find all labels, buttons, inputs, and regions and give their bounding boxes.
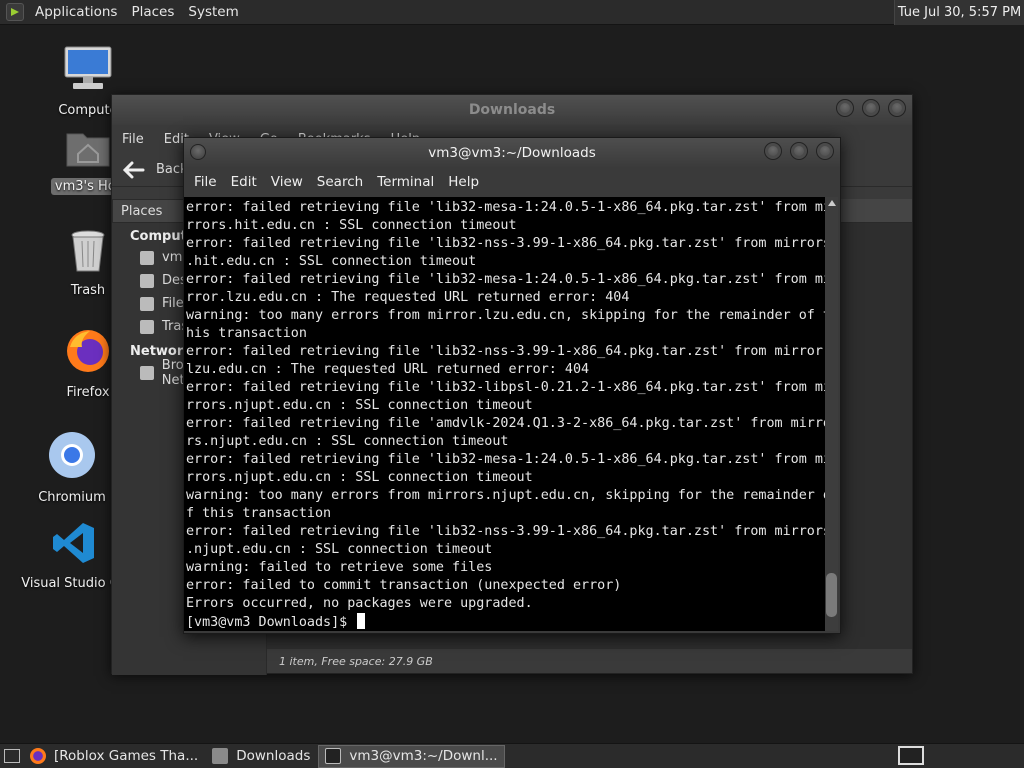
network-icon <box>140 365 154 380</box>
folder-icon <box>212 748 229 764</box>
terminal-window: vm3@vm3:~/Downloads File Edit View Searc… <box>183 137 841 634</box>
applications-logo-icon[interactable] <box>6 3 24 21</box>
scroll-up-arrow-icon[interactable] <box>825 197 838 209</box>
status-bar: 1 item, Free space: 27.9 GB <box>267 649 912 673</box>
desktop-icon <box>140 273 154 288</box>
terminal-line: warning: too many errors from mirror.lzu… <box>186 308 826 323</box>
computer-icon <box>33 45 143 97</box>
window-menu-button[interactable] <box>190 144 206 160</box>
menu-system[interactable]: System <box>182 4 246 20</box>
terminal-line: error: failed to commit transaction (une… <box>186 578 622 593</box>
trash-icon <box>140 319 154 334</box>
terminal-line: rrors.njupt.edu.cn : SSL connection time… <box>186 398 533 413</box>
terminal-line: error: failed retrieving file 'lib32-mes… <box>186 272 826 287</box>
taskbar-item-downloads[interactable]: Downloads <box>206 745 316 768</box>
terminal-line: error: failed retrieving file 'lib32-mes… <box>186 200 826 215</box>
terminal-line: rrors.hit.edu.cn : SSL connection timeou… <box>186 218 517 233</box>
scrollbar-thumb[interactable] <box>826 573 837 617</box>
terminal-line: rs.njupt.edu.cn : SSL connection timeout <box>186 434 509 449</box>
back-arrow-icon <box>122 161 145 178</box>
terminal-titlebar[interactable]: vm3@vm3:~/Downloads <box>184 138 840 168</box>
menu-file[interactable]: File <box>112 132 154 147</box>
close-button[interactable] <box>816 142 834 160</box>
maximize-button[interactable] <box>862 99 880 117</box>
terminal-line: warning: too many errors from mirrors.nj… <box>186 488 826 503</box>
menu-view[interactable]: View <box>264 174 310 190</box>
drive-icon <box>140 296 154 311</box>
menu-applications[interactable]: Applications <box>29 4 125 20</box>
terminal-line: his transaction <box>186 326 307 341</box>
terminal-line: .hit.edu.cn : SSL connection timeout <box>186 254 477 269</box>
terminal-line: warning: failed to retrieve some files <box>186 560 493 575</box>
terminal-line: error: failed retrieving file 'lib32-nss… <box>186 236 826 251</box>
top-panel: Applications Places System Tue Jul 30, 5… <box>0 0 1024 25</box>
home-icon <box>140 250 154 265</box>
minimize-button[interactable] <box>764 142 782 160</box>
workspace-switcher[interactable] <box>898 746 924 765</box>
terminal-menubar: File Edit View Search Terminal Help <box>184 168 840 196</box>
file-manager-titlebar[interactable]: Downloads <box>112 95 912 125</box>
terminal-prompt-line[interactable]: [vm3@vm3 Downloads]$ <box>186 613 826 631</box>
terminal-line: error: failed retrieving file 'lib32-nss… <box>186 524 826 539</box>
terminal-line: f this transaction <box>186 506 332 521</box>
terminal-line: error: failed retrieving file 'lib32-mes… <box>186 452 826 467</box>
terminal-prompt: [vm3@vm3 Downloads]$ <box>186 615 356 630</box>
taskbar-item-label: vm3@vm3:~/Downl... <box>349 748 498 764</box>
taskbar-item-label: Downloads <box>236 748 311 764</box>
taskbar-item-terminal[interactable]: vm3@vm3:~/Downl... <box>318 744 505 768</box>
taskbar-item-firefox[interactable]: [Roblox Games Tha... <box>24 745 204 768</box>
bottom-taskbar: [Roblox Games Tha... Downloads vm3@vm3:~… <box>0 743 1024 768</box>
minimize-button[interactable] <box>836 99 854 117</box>
terminal-line: error: failed retrieving file 'lib32-nss… <box>186 344 826 359</box>
menu-help[interactable]: Help <box>441 174 486 190</box>
terminal-icon <box>325 748 342 764</box>
back-button[interactable]: Back <box>122 161 188 179</box>
menu-places[interactable]: Places <box>125 4 182 20</box>
menu-terminal[interactable]: Terminal <box>370 174 441 190</box>
maximize-button[interactable] <box>790 142 808 160</box>
menu-file[interactable]: File <box>187 174 224 190</box>
text-cursor <box>357 613 366 629</box>
terminal-line: .njupt.edu.cn : SSL connection timeout <box>186 542 493 557</box>
terminal-line: error: failed retrieving file 'amdvlk-20… <box>186 416 826 431</box>
window-title: Downloads <box>468 102 556 118</box>
terminal-line: rror.lzu.edu.cn : The requested URL retu… <box>186 290 630 305</box>
taskbar-item-label: [Roblox Games Tha... <box>54 748 199 764</box>
terminal-output[interactable]: error: failed retrieving file 'lib32-mes… <box>184 197 826 631</box>
terminal-scrollbar[interactable] <box>825 197 838 631</box>
terminal-line: lzu.edu.cn : The requested URL returned … <box>186 362 590 377</box>
terminal-line: rrors.njupt.edu.cn : SSL connection time… <box>186 470 533 485</box>
window-title: vm3@vm3:~/Downloads <box>428 145 596 161</box>
clock[interactable]: Tue Jul 30, 5:57 PM <box>894 0 1024 25</box>
terminal-line: Errors occurred, no packages were upgrad… <box>186 596 533 611</box>
show-desktop-button[interactable] <box>4 749 20 763</box>
close-button[interactable] <box>888 99 906 117</box>
menu-search[interactable]: Search <box>310 174 370 190</box>
terminal-line: error: failed retrieving file 'lib32-lib… <box>186 380 826 395</box>
firefox-icon <box>30 748 46 764</box>
menu-edit[interactable]: Edit <box>224 174 264 190</box>
